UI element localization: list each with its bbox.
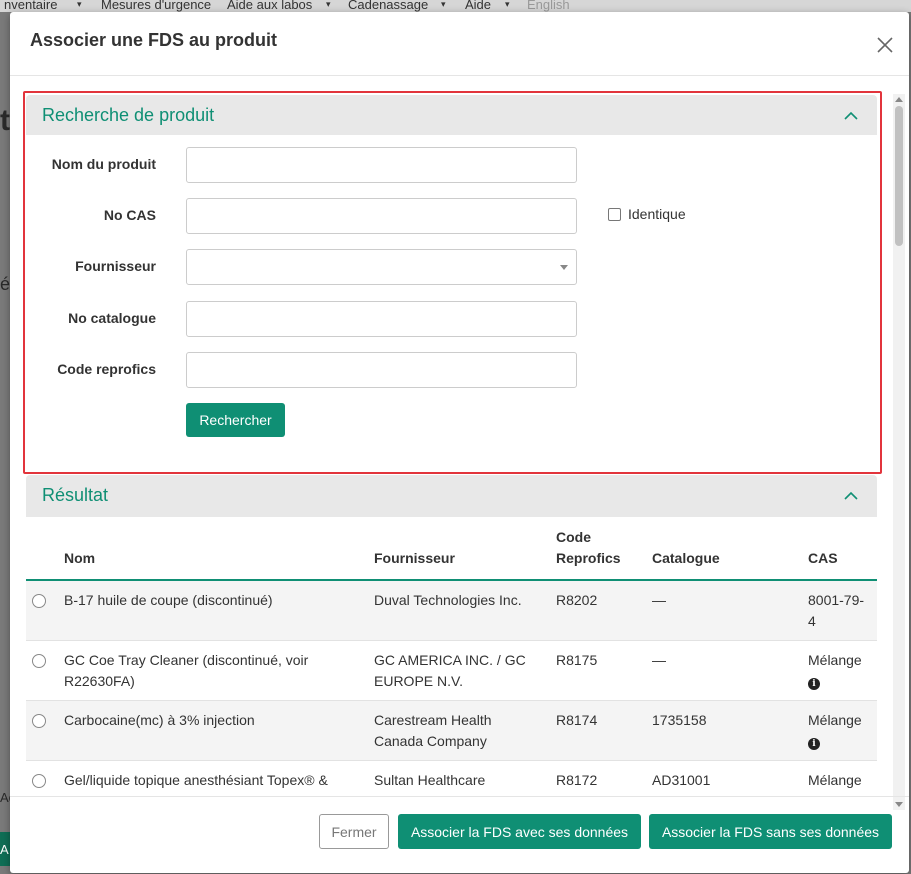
table-row[interactable]: Carbocaine(mc) à 3% injection Carestream… [26,700,877,761]
row-name: Gel/liquide topique anesthésiant Topex® … [58,760,368,795]
supplier-select[interactable] [186,249,577,285]
row-code: R8174 [550,700,646,761]
column-header-name[interactable]: Nom [58,517,368,581]
results-table: Nom Fournisseur Code Reprofics Catalogue … [26,517,877,795]
identical-label: Identique [628,206,686,222]
select-radio[interactable] [32,714,46,728]
bg-nav-item: nventaire [4,0,58,12]
caret-down-icon [560,265,568,270]
product-name-label: Nom du produit [51,156,156,172]
modal-title: Associer une FDS au produit [30,30,278,50]
associate-sds-modal: Associer une FDS au produit Recherche de… [10,12,909,873]
close-icon[interactable] [874,34,896,56]
select-radio[interactable] [32,594,46,608]
result-panel-title: Résultat [42,485,109,505]
associate-without-data-button[interactable]: Associer la FDS sans ses données [649,814,892,849]
bg-nav-item: Aide [465,0,492,12]
row-catalog: — [646,579,802,641]
cas-row: No CAS Identique [26,198,877,234]
caret-down-icon: ▾ [505,0,510,9]
row-cas: Mélangei [802,700,877,761]
row-catalog: 1735158 [646,700,802,761]
reprofics-row: Code reprofics [26,352,877,388]
table-header-row: Nom Fournisseur Code Reprofics Catalogue … [26,517,877,581]
table-row[interactable]: GC Coe Tray Cleaner (discontinué, voir R… [26,640,877,701]
cas-label: No CAS [103,207,156,223]
row-name: Carbocaine(mc) à 3% injection [58,700,368,761]
search-panel-header[interactable]: Recherche de produit [26,95,877,135]
column-header-cas[interactable]: CAS [802,517,877,581]
column-header-select [26,517,58,581]
row-cas: 8001-79-4 [802,579,877,641]
bg-nav-item: Cadenassage [348,0,429,12]
caret-down-icon: ▾ [326,0,331,9]
bg-fragment: t [0,104,10,137]
select-radio[interactable] [32,654,46,668]
product-name-input[interactable] [186,147,577,183]
close-button[interactable]: Fermer [319,814,389,849]
column-header-code[interactable]: Code Reprofics [550,517,646,581]
associate-with-data-button[interactable]: Associer la FDS avec ses données [398,814,641,849]
scroll-up-icon[interactable] [895,97,903,102]
column-header-supplier[interactable]: Fournisseur [368,517,550,581]
cas-input[interactable] [186,198,577,234]
info-icon[interactable]: i [808,678,820,690]
identical-checkbox[interactable] [608,208,621,221]
row-catalog: — [646,640,802,701]
catalog-input[interactable] [186,301,577,337]
catalog-label: No catalogue [68,310,156,326]
chevron-up-icon[interactable] [844,109,858,123]
supplier-row: Fournisseur [26,249,877,285]
row-code: R8172 [550,760,646,795]
search-panel-title: Recherche de produit [42,105,215,125]
row-supplier: Sultan Healthcare [368,760,550,795]
caret-down-icon: ▾ [441,0,446,9]
row-cas: Mélangei [802,760,877,795]
row-supplier: Carestream Health Canada Company [368,700,550,761]
row-code: R8202 [550,579,646,641]
info-icon[interactable]: i [808,738,820,750]
column-header-catalog[interactable]: Catalogue [646,517,802,581]
search-button[interactable]: Rechercher [186,403,285,437]
row-cas: Mélangei [802,640,877,701]
search-panel: Recherche de produit Nom du produit No C… [26,95,877,470]
bg-nav-item: Aide aux labos [227,0,313,12]
modal-scrollbar[interactable] [893,94,905,810]
modal-header: Associer une FDS au produit [10,12,909,76]
row-catalog: AD31001 [646,760,802,795]
supplier-label: Fournisseur [75,258,156,274]
product-name-row: Nom du produit [26,147,877,183]
result-panel: Résultat Nom Fournisseur Code Reprofics C… [26,475,877,795]
select-radio[interactable] [32,774,46,788]
row-supplier: GC AMERICA INC. / GC EUROPE N.V. [368,640,550,701]
row-name: B-17 huile de coupe (discontinué) [58,579,368,641]
scrollbar-thumb[interactable] [895,106,903,246]
reprofics-input[interactable] [186,352,577,388]
reprofics-label: Code reprofics [57,361,156,377]
modal-footer: Fermer Associer la FDS avec ses données … [10,796,909,873]
row-supplier: Duval Technologies Inc. [368,579,550,641]
chevron-up-icon[interactable] [844,489,858,503]
background-nav-bar: nventaire ▾ Mesures d'urgence Aide aux l… [0,0,911,12]
bg-fragment: é [0,274,11,294]
modal-body: Recherche de produit Nom du produit No C… [10,77,909,795]
table-row[interactable]: Gel/liquide topique anesthésiant Topex® … [26,760,877,795]
result-panel-header[interactable]: Résultat [26,475,877,517]
bg-nav-item: Mesures d'urgence [101,0,212,12]
row-code: R8175 [550,640,646,701]
row-name: GC Coe Tray Cleaner (discontinué, voir R… [58,640,368,701]
bg-nav-item: English [527,0,570,12]
caret-down-icon: ▾ [77,0,82,9]
table-row[interactable]: B-17 huile de coupe (discontinué) Duval … [26,579,877,641]
catalog-row: No catalogue [26,301,877,337]
